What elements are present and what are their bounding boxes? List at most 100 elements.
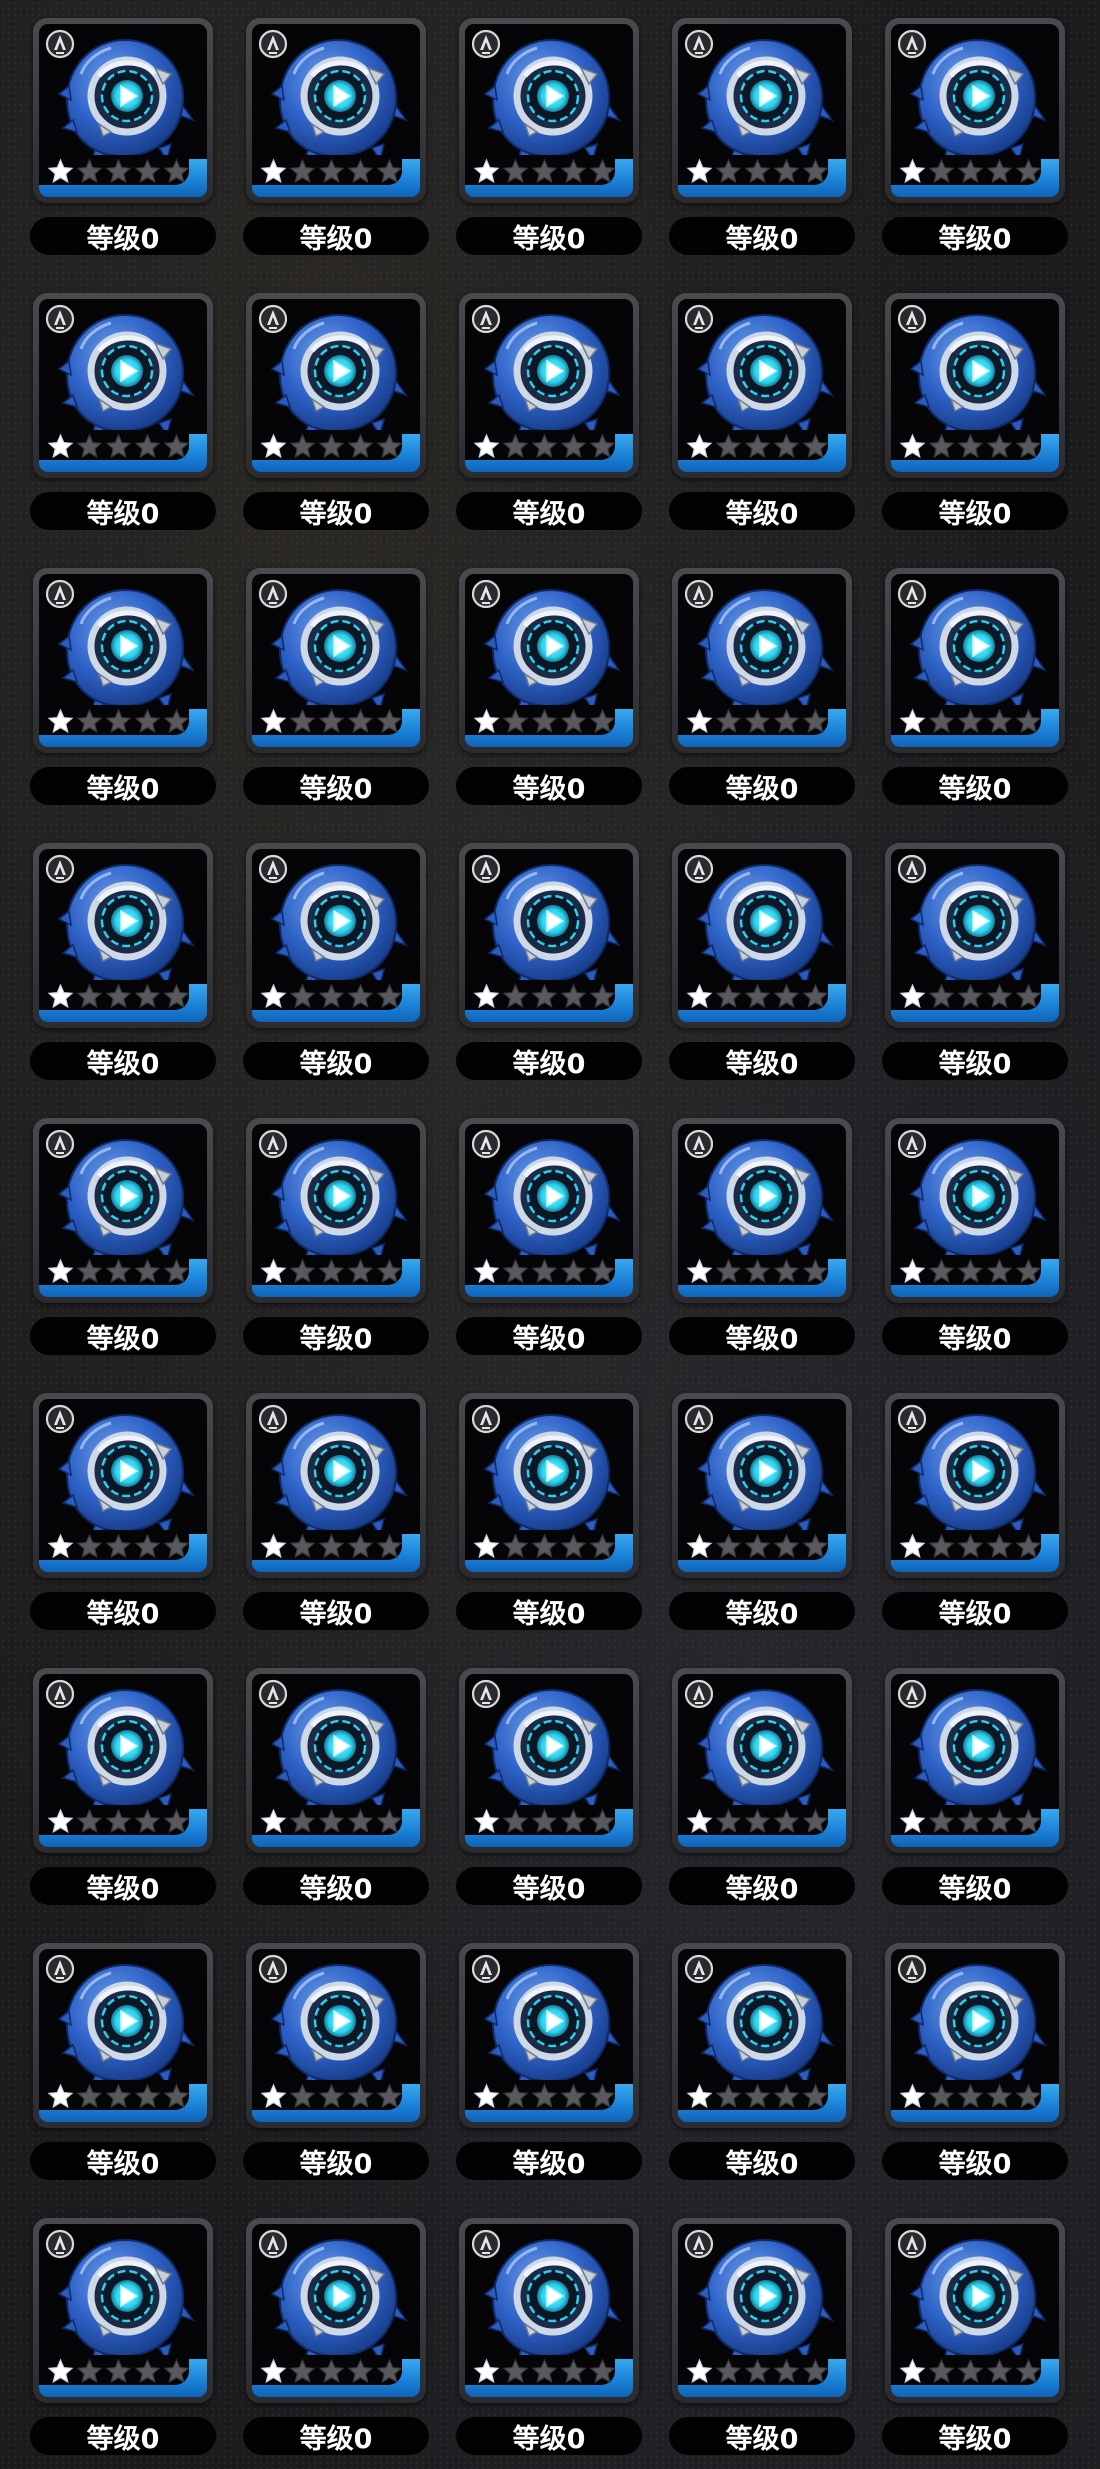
- item-slot[interactable]: 等级0: [454, 568, 644, 826]
- item-card[interactable]: [672, 1118, 852, 1303]
- item-card[interactable]: [33, 1393, 213, 1578]
- rarity-emblem-icon: [258, 854, 288, 884]
- item-slot[interactable]: 等级0: [454, 1118, 644, 1376]
- item-card[interactable]: [672, 18, 852, 203]
- item-slot[interactable]: 等级0: [667, 568, 857, 826]
- item-card[interactable]: [885, 1393, 1065, 1578]
- item-card[interactable]: [246, 1943, 426, 2128]
- item-slot[interactable]: 等级0: [880, 293, 1070, 551]
- item-slot[interactable]: 等级0: [880, 1393, 1070, 1651]
- item-slot[interactable]: 等级0: [667, 843, 857, 1101]
- item-card[interactable]: [885, 1118, 1065, 1303]
- star-empty-icon: [347, 983, 374, 1009]
- item-card[interactable]: [672, 1393, 852, 1578]
- item-slot[interactable]: 等级0: [28, 1943, 218, 2201]
- item-card[interactable]: [459, 1393, 639, 1578]
- item-slot[interactable]: 等级0: [454, 843, 644, 1101]
- item-card[interactable]: [33, 18, 213, 203]
- item-card[interactable]: [459, 2218, 639, 2403]
- item-slot[interactable]: 等级0: [241, 1393, 431, 1651]
- blue-spiked-orb-gear-icon: [696, 2238, 834, 2364]
- item-slot[interactable]: 等级0: [667, 293, 857, 551]
- item-slot[interactable]: 等级0: [880, 2218, 1070, 2469]
- item-slot[interactable]: 等级0: [241, 293, 431, 551]
- item-card[interactable]: [885, 1943, 1065, 2128]
- item-card[interactable]: [885, 2218, 1065, 2403]
- item-card-inner: [465, 24, 633, 197]
- item-card[interactable]: [33, 2218, 213, 2403]
- item-card[interactable]: [459, 568, 639, 753]
- item-slot[interactable]: 等级0: [880, 568, 1070, 826]
- item-slot[interactable]: 等级0: [667, 2218, 857, 2469]
- level-label: 等级0: [882, 767, 1068, 805]
- item-slot[interactable]: 等级0: [667, 1943, 857, 2201]
- star-empty-icon: [318, 708, 345, 734]
- item-card[interactable]: [459, 1668, 639, 1853]
- item-slot[interactable]: 等级0: [28, 568, 218, 826]
- item-card[interactable]: [459, 843, 639, 1028]
- star-rating: [899, 1808, 1042, 1835]
- item-slot[interactable]: 等级0: [241, 1668, 431, 1926]
- item-card[interactable]: [885, 18, 1065, 203]
- star-filled-icon: [260, 708, 287, 734]
- item-slot[interactable]: 等级0: [28, 1118, 218, 1376]
- star-empty-icon: [289, 1258, 316, 1284]
- item-card[interactable]: [885, 843, 1065, 1028]
- item-card[interactable]: [246, 1668, 426, 1853]
- item-slot[interactable]: 等级0: [241, 568, 431, 826]
- item-card[interactable]: [246, 568, 426, 753]
- item-card[interactable]: [459, 1118, 639, 1303]
- item-slot[interactable]: 等级0: [28, 1668, 218, 1926]
- item-card[interactable]: [672, 568, 852, 753]
- item-card[interactable]: [33, 843, 213, 1028]
- item-slot[interactable]: 等级0: [241, 843, 431, 1101]
- item-card[interactable]: [33, 568, 213, 753]
- item-slot[interactable]: 等级0: [880, 843, 1070, 1101]
- item-slot[interactable]: 等级0: [667, 1118, 857, 1376]
- item-slot[interactable]: 等级0: [880, 18, 1070, 276]
- item-slot[interactable]: 等级0: [454, 2218, 644, 2469]
- item-slot[interactable]: 等级0: [454, 1943, 644, 2201]
- item-card[interactable]: [459, 1943, 639, 2128]
- item-card[interactable]: [246, 843, 426, 1028]
- item-slot[interactable]: 等级0: [667, 18, 857, 276]
- item-card[interactable]: [459, 293, 639, 478]
- item-slot[interactable]: 等级0: [241, 1943, 431, 2201]
- item-card[interactable]: [33, 293, 213, 478]
- item-card[interactable]: [246, 1393, 426, 1578]
- item-slot[interactable]: 等级0: [28, 293, 218, 551]
- item-slot[interactable]: 等级0: [454, 1668, 644, 1926]
- item-card[interactable]: [246, 293, 426, 478]
- item-card[interactable]: [33, 1668, 213, 1853]
- item-slot[interactable]: 等级0: [28, 18, 218, 276]
- item-card[interactable]: [246, 18, 426, 203]
- item-slot[interactable]: 等级0: [880, 1118, 1070, 1376]
- item-card[interactable]: [885, 568, 1065, 753]
- item-card[interactable]: [672, 293, 852, 478]
- item-slot[interactable]: 等级0: [454, 18, 644, 276]
- item-slot[interactable]: 等级0: [28, 1393, 218, 1651]
- item-slot[interactable]: 等级0: [880, 1668, 1070, 1926]
- item-card[interactable]: [459, 18, 639, 203]
- item-card[interactable]: [672, 843, 852, 1028]
- item-card[interactable]: [885, 293, 1065, 478]
- item-slot[interactable]: 等级0: [28, 2218, 218, 2469]
- item-card[interactable]: [33, 1118, 213, 1303]
- item-slot[interactable]: 等级0: [241, 1118, 431, 1376]
- level-label: 等级0: [456, 1042, 642, 1080]
- item-card[interactable]: [672, 2218, 852, 2403]
- item-card[interactable]: [672, 1668, 852, 1853]
- item-card[interactable]: [246, 1118, 426, 1303]
- item-slot[interactable]: 等级0: [880, 1943, 1070, 2201]
- item-slot[interactable]: 等级0: [454, 293, 644, 551]
- item-slot[interactable]: 等级0: [28, 843, 218, 1101]
- item-card[interactable]: [33, 1943, 213, 2128]
- item-card[interactable]: [246, 2218, 426, 2403]
- item-card[interactable]: [885, 1668, 1065, 1853]
- item-slot[interactable]: 等级0: [667, 1668, 857, 1926]
- item-slot[interactable]: 等级0: [241, 2218, 431, 2469]
- item-slot[interactable]: 等级0: [241, 18, 431, 276]
- item-card[interactable]: [672, 1943, 852, 2128]
- item-slot[interactable]: 等级0: [667, 1393, 857, 1651]
- item-slot[interactable]: 等级0: [454, 1393, 644, 1651]
